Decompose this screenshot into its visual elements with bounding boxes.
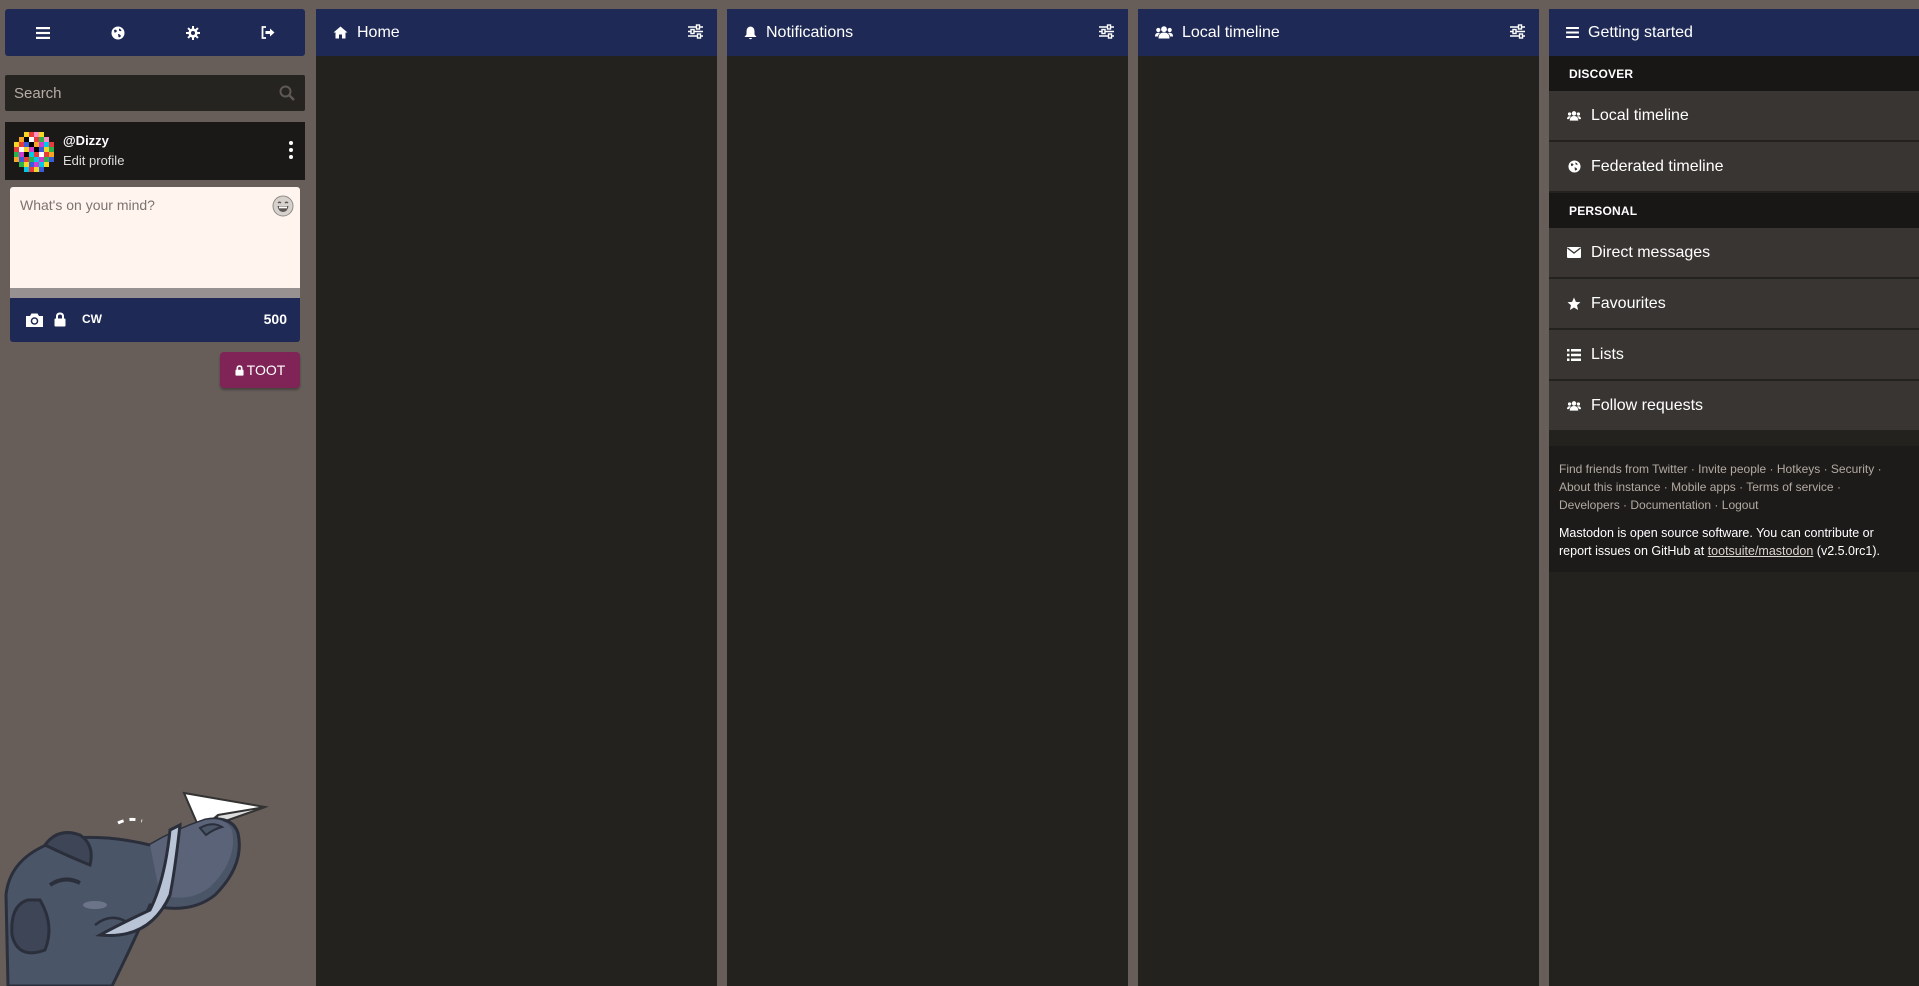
home-icon: [333, 26, 348, 39]
users-icon: [1155, 26, 1173, 39]
sign-out-icon: [261, 26, 274, 39]
sliders-icon[interactable]: [1099, 24, 1114, 39]
character-counter: 500: [263, 311, 287, 327]
search-input[interactable]: [5, 75, 264, 111]
getting-started-tab[interactable]: [5, 9, 80, 56]
search-box: [5, 75, 305, 111]
list-icon: [1567, 348, 1581, 361]
account-handle[interactable]: @Dizzy: [63, 133, 109, 148]
column-getting-started: Getting started DISCOVER Local timeline …: [1549, 9, 1919, 986]
nav-label: Local timeline: [1591, 106, 1689, 124]
column-header-local-timeline[interactable]: Local timeline: [1138, 9, 1539, 56]
column-header-notifications[interactable]: Notifications: [727, 9, 1128, 56]
avatar[interactable]: [14, 132, 54, 172]
toot-label: TOOT: [246, 362, 286, 378]
lock-icon: [235, 364, 244, 376]
content-warning-button[interactable]: CW: [82, 312, 102, 326]
search-icon[interactable]: [279, 85, 295, 101]
nav-label: Direct messages: [1591, 243, 1711, 261]
personal-heading: PERSONAL: [1549, 193, 1919, 228]
compose-divider: [10, 288, 300, 298]
sliders-icon[interactable]: [688, 24, 703, 39]
column-header-home[interactable]: Home: [316, 9, 717, 56]
column-home: Home: [316, 9, 717, 986]
link-hotkeys[interactable]: Hotkeys: [1777, 462, 1820, 476]
users-icon: [1567, 110, 1581, 121]
hamburger-icon: [1566, 27, 1579, 38]
column-title: Notifications: [766, 23, 854, 41]
logout-tab[interactable]: [230, 9, 305, 56]
edit-profile-link[interactable]: Edit profile: [63, 153, 124, 168]
about-text: Mastodon is open source software. You ca…: [1559, 524, 1909, 560]
github-repo-link[interactable]: tootsuite/mastodon: [1708, 544, 1814, 558]
about-suffix: (v2.5.0rc1).: [1813, 544, 1880, 558]
link-invite-people[interactable]: Invite people: [1698, 462, 1766, 476]
column-title: Getting started: [1588, 23, 1693, 41]
publish-row: TOOT: [5, 342, 305, 392]
hamburger-icon: [35, 26, 50, 39]
nav-label: Lists: [1591, 345, 1624, 363]
link-documentation[interactable]: Documentation: [1630, 498, 1711, 512]
star-icon: [1567, 297, 1581, 310]
lock-icon[interactable]: [54, 312, 66, 327]
sliders-icon[interactable]: [1510, 24, 1525, 39]
link-security[interactable]: Security: [1831, 462, 1874, 476]
nav-lists[interactable]: Lists: [1549, 330, 1919, 380]
compose-toolbar: CW 500: [10, 298, 300, 342]
column-local-timeline: Local timeline: [1138, 9, 1539, 986]
globe-icon: [1567, 160, 1581, 173]
envelope-icon: [1567, 247, 1581, 258]
users-icon: [1567, 400, 1581, 411]
link-about-instance[interactable]: About this instance: [1559, 480, 1660, 494]
nav-label: Favourites: [1591, 294, 1666, 312]
column-title: Local timeline: [1182, 23, 1280, 41]
nav-label: Federated timeline: [1591, 157, 1724, 175]
link-developers[interactable]: Developers: [1559, 498, 1620, 512]
compose-form: [10, 187, 300, 288]
nav-direct-messages[interactable]: Direct messages: [1549, 228, 1919, 278]
column-header-getting-started: Getting started: [1549, 9, 1919, 56]
nav-federated-timeline[interactable]: Federated timeline: [1549, 142, 1919, 192]
mastodon-mascot-illustration: [4, 791, 269, 986]
nav-local-timeline[interactable]: Local timeline: [1549, 91, 1919, 141]
column-notifications: Notifications: [727, 9, 1128, 986]
account-panel: @Dizzy Edit profile: [5, 122, 305, 180]
bell-icon: [744, 26, 757, 39]
nav-label: Follow requests: [1591, 396, 1704, 414]
more-vertical-icon[interactable]: [289, 141, 293, 159]
nav-follow-requests[interactable]: Follow requests: [1549, 381, 1919, 431]
link-find-friends[interactable]: Find friends from Twitter: [1559, 462, 1687, 476]
getting-started-footer: Find friends from Twitter · Invite peopl…: [1549, 446, 1919, 572]
footer-links: Find friends from Twitter · Invite peopl…: [1559, 462, 1882, 512]
drawer-tab-bar: [5, 9, 305, 56]
gear-icon: [185, 25, 200, 40]
globe-icon: [111, 26, 124, 39]
nav-favourites[interactable]: Favourites: [1549, 279, 1919, 329]
toot-button[interactable]: TOOT: [220, 352, 300, 388]
camera-icon[interactable]: [25, 312, 44, 328]
emoji-picker-icon[interactable]: [272, 195, 294, 217]
discover-heading: DISCOVER: [1549, 56, 1919, 91]
federated-timeline-tab[interactable]: [80, 9, 155, 56]
link-mobile-apps[interactable]: Mobile apps: [1671, 480, 1736, 494]
link-logout[interactable]: Logout: [1722, 498, 1759, 512]
preferences-tab[interactable]: [155, 9, 230, 56]
link-terms-of-service[interactable]: Terms of service: [1746, 480, 1833, 494]
column-title: Home: [357, 23, 400, 41]
compose-textarea[interactable]: [10, 187, 270, 287]
